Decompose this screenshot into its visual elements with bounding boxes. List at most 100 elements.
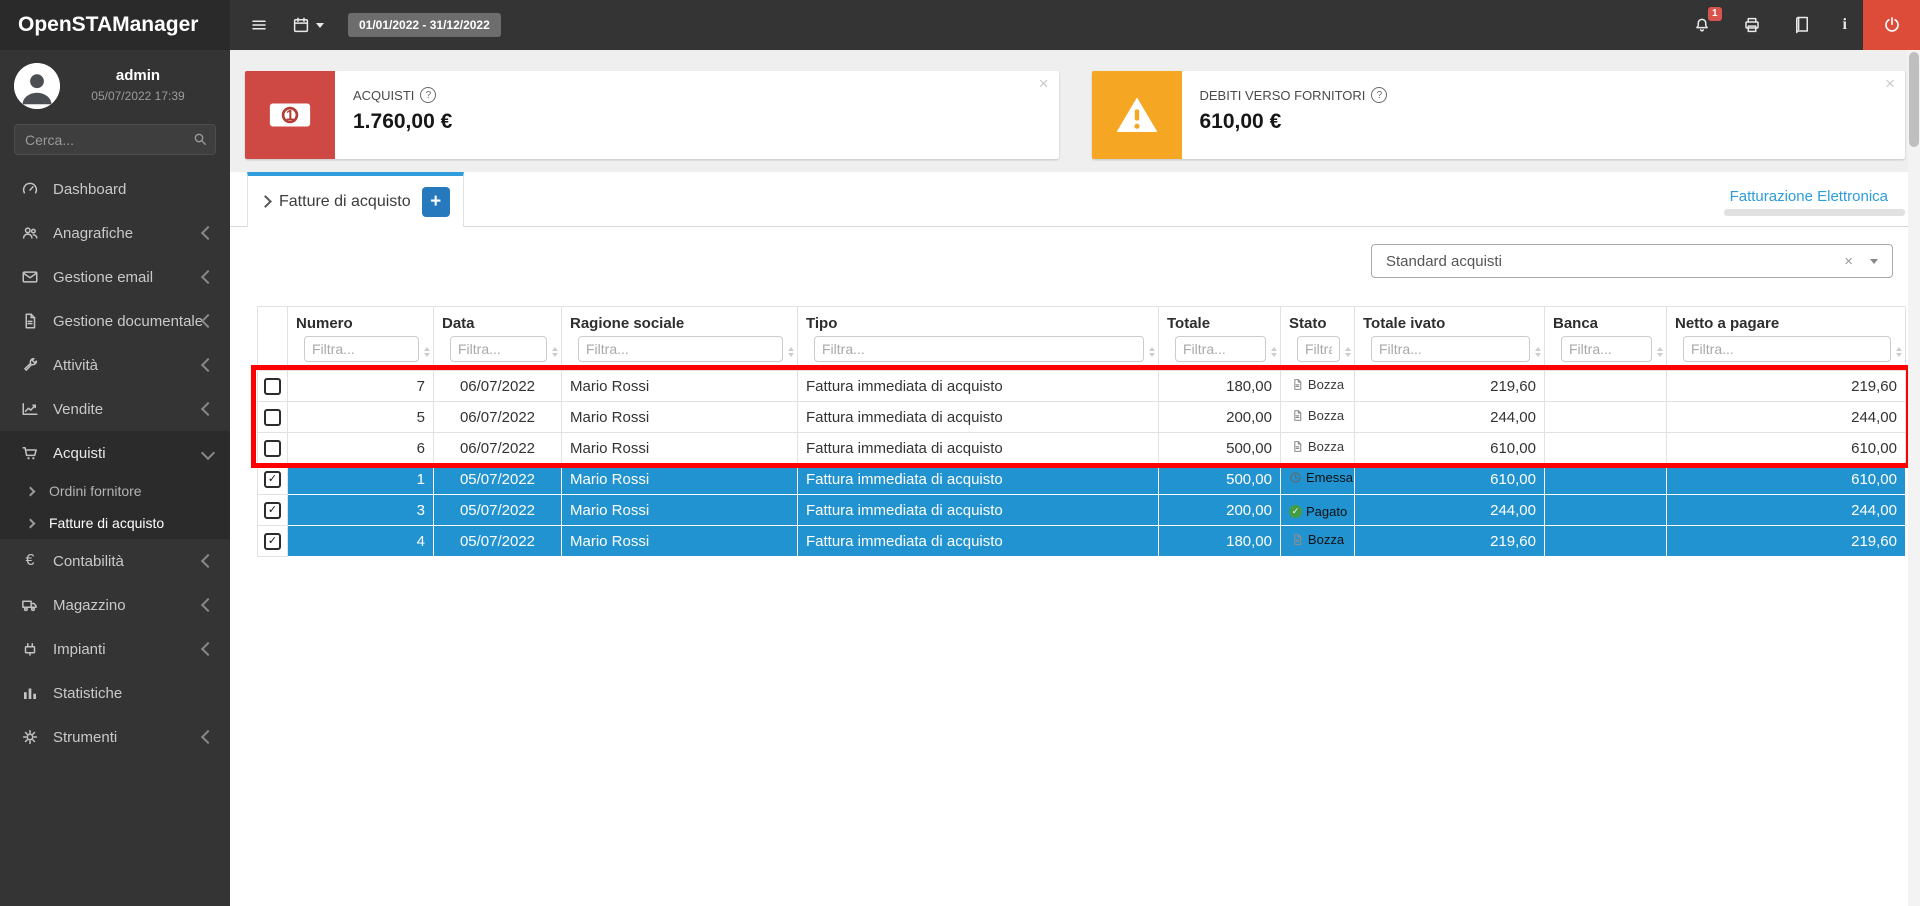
filter-input-data[interactable] bbox=[450, 336, 547, 362]
cell-banca bbox=[1545, 402, 1667, 433]
sidebar-item-statistiche[interactable]: Statistiche bbox=[0, 671, 230, 715]
cell-checkbox: ✓ bbox=[258, 464, 288, 495]
row-checkbox[interactable] bbox=[264, 409, 281, 426]
truck-icon bbox=[18, 596, 42, 614]
filter-input-ragione-sociale[interactable] bbox=[578, 336, 783, 362]
column-header-totale[interactable]: Totale bbox=[1159, 307, 1281, 334]
print-template-select[interactable]: Standard acquisti × bbox=[1371, 244, 1893, 278]
column-header-numero[interactable]: Numero bbox=[288, 307, 434, 334]
manual-book-icon[interactable] bbox=[1777, 0, 1827, 50]
sort-arrows-icon[interactable] bbox=[552, 347, 558, 357]
calendar-icon[interactable] bbox=[292, 16, 324, 34]
scrollbar-thumb[interactable] bbox=[1909, 52, 1919, 147]
row-checkbox[interactable] bbox=[264, 378, 281, 395]
search-icon[interactable] bbox=[192, 131, 208, 152]
sidebar-item-gestione-documentale[interactable]: Gestione documentale bbox=[0, 299, 230, 343]
row-checkbox[interactable]: ✓ bbox=[264, 471, 281, 488]
logout-power-button[interactable] bbox=[1863, 0, 1920, 50]
help-icon[interactable]: ? bbox=[420, 87, 436, 103]
sort-arrows-icon[interactable] bbox=[788, 347, 794, 357]
sort-arrows-icon[interactable] bbox=[1896, 347, 1902, 357]
column-header-banca[interactable]: Banca bbox=[1545, 307, 1667, 334]
sort-arrows-icon[interactable] bbox=[1345, 347, 1351, 357]
page-scrollbar[interactable] bbox=[1908, 50, 1920, 906]
sidebar-item-label: Dashboard bbox=[53, 181, 213, 198]
sidebar-item-contabilita[interactable]: €Contabilità bbox=[0, 539, 230, 583]
close-icon[interactable]: × bbox=[1885, 74, 1895, 94]
tab-fatture-di-acquisto[interactable]: Fatture di acquisto + bbox=[247, 172, 464, 227]
filter-input-totale[interactable] bbox=[1175, 336, 1266, 362]
sort-arrows-icon[interactable] bbox=[1271, 347, 1277, 357]
sidebar-item-impianti[interactable]: Impianti bbox=[0, 627, 230, 671]
sidebar-item-anagrafiche[interactable]: Anagrafiche bbox=[0, 211, 230, 255]
cell-banca bbox=[1545, 433, 1667, 464]
sidebar-subitem-fatture-di-acquisto[interactable]: Fatture di acquisto bbox=[0, 507, 230, 539]
table-row[interactable]: ✓405/07/2022Mario RossiFattura immediata… bbox=[258, 526, 1906, 557]
cell-ragione-sociale: Mario Rossi bbox=[562, 402, 798, 433]
filter-input-banca[interactable] bbox=[1561, 336, 1652, 362]
info-icon[interactable]: i bbox=[1827, 0, 1863, 50]
date-range-badge[interactable]: 01/01/2022 - 31/12/2022 bbox=[348, 13, 501, 37]
sidebar-item-strumenti[interactable]: Strumenti bbox=[0, 715, 230, 759]
infobox-acquisti: 1 ACQUISTI? 1.760,00 € × bbox=[245, 71, 1059, 159]
print-icon[interactable] bbox=[1727, 0, 1777, 50]
cell-banca bbox=[1545, 371, 1667, 402]
column-header-totale-ivato[interactable]: Totale ivato bbox=[1355, 307, 1545, 334]
row-checkbox[interactable]: ✓ bbox=[264, 533, 281, 550]
fatturazione-elettronica-link[interactable]: Fatturazione Elettronica bbox=[1730, 188, 1888, 205]
tab-strip-scrollbar[interactable] bbox=[1724, 209, 1905, 216]
status-label: Bozza bbox=[1308, 532, 1344, 547]
filter-input-totale-ivato[interactable] bbox=[1371, 336, 1530, 362]
cell-totale: 200,00 bbox=[1159, 402, 1281, 433]
status-label: Pagato bbox=[1306, 504, 1347, 519]
table-row[interactable]: ✓105/07/2022Mario RossiFattura immediata… bbox=[258, 464, 1906, 495]
table-row[interactable]: 706/07/2022Mario RossiFattura immediata … bbox=[258, 371, 1906, 402]
sort-arrows-icon[interactable] bbox=[1657, 347, 1663, 357]
sidebar-item-magazzino[interactable]: Magazzino bbox=[0, 583, 230, 627]
chevron-down-icon bbox=[1870, 259, 1878, 264]
sidebar-item-vendite[interactable]: Vendite bbox=[0, 387, 230, 431]
sidebar-item-dashboard[interactable]: Dashboard bbox=[0, 167, 230, 211]
cell-ragione-sociale: Mario Rossi bbox=[562, 433, 798, 464]
sort-arrows-icon[interactable] bbox=[424, 347, 430, 357]
column-header-stato[interactable]: Stato bbox=[1281, 307, 1355, 334]
sidebar-item-label: Gestione documentale bbox=[53, 313, 203, 330]
column-header-data[interactable]: Data bbox=[434, 307, 562, 334]
user-avatar[interactable] bbox=[14, 63, 60, 109]
search-input[interactable] bbox=[14, 124, 216, 155]
filter-input-netto-a-pagare[interactable] bbox=[1683, 336, 1891, 362]
filter-input-stato[interactable] bbox=[1297, 336, 1340, 362]
hamburger-menu-icon[interactable] bbox=[250, 16, 268, 34]
filter-input-tipo[interactable] bbox=[814, 336, 1144, 362]
svg-text:1: 1 bbox=[286, 108, 294, 124]
filter-input-numero[interactable] bbox=[304, 336, 419, 362]
column-header-netto-a-pagare[interactable]: Netto a pagare bbox=[1667, 307, 1906, 334]
envelope-icon bbox=[18, 268, 42, 286]
column-header-tipo[interactable]: Tipo bbox=[798, 307, 1159, 334]
sort-arrows-icon[interactable] bbox=[1535, 347, 1541, 357]
table-row[interactable]: 506/07/2022Mario RossiFattura immediata … bbox=[258, 402, 1906, 433]
sidebar-item-attivita[interactable]: Attività bbox=[0, 343, 230, 387]
row-checkbox[interactable] bbox=[264, 440, 281, 457]
app-logo[interactable]: OpenSTAManager bbox=[0, 0, 230, 50]
table-row[interactable]: 606/07/2022Mario RossiFattura immediata … bbox=[258, 433, 1906, 464]
cell-numero: 7 bbox=[288, 371, 434, 402]
cell-checkbox bbox=[258, 371, 288, 402]
sidebar-item-label: Contabilità bbox=[53, 553, 203, 570]
cell-data: 06/07/2022 bbox=[434, 371, 562, 402]
filter-cell-banca bbox=[1545, 334, 1667, 371]
sidebar-subitem-ordini-fornitore[interactable]: Ordini fornitore bbox=[0, 475, 230, 507]
add-invoice-button[interactable]: + bbox=[422, 187, 450, 217]
help-icon[interactable]: ? bbox=[1371, 87, 1387, 103]
infobox-label: DEBITI VERSO FORNITORI bbox=[1200, 88, 1366, 103]
close-icon[interactable]: × bbox=[1039, 74, 1049, 94]
sidebar-item-label: Anagrafiche bbox=[53, 225, 203, 242]
sort-arrows-icon[interactable] bbox=[1149, 347, 1155, 357]
row-checkbox[interactable]: ✓ bbox=[264, 502, 281, 519]
sidebar-item-gestione-email[interactable]: Gestione email bbox=[0, 255, 230, 299]
column-header-ragione-sociale[interactable]: Ragione sociale bbox=[562, 307, 798, 334]
clear-selection-icon[interactable]: × bbox=[1844, 253, 1870, 270]
sidebar-item-acquisti[interactable]: Acquisti bbox=[0, 431, 230, 475]
notifications-bell-icon[interactable]: 1 bbox=[1677, 0, 1727, 50]
table-row[interactable]: ✓305/07/2022Mario RossiFattura immediata… bbox=[258, 495, 1906, 526]
